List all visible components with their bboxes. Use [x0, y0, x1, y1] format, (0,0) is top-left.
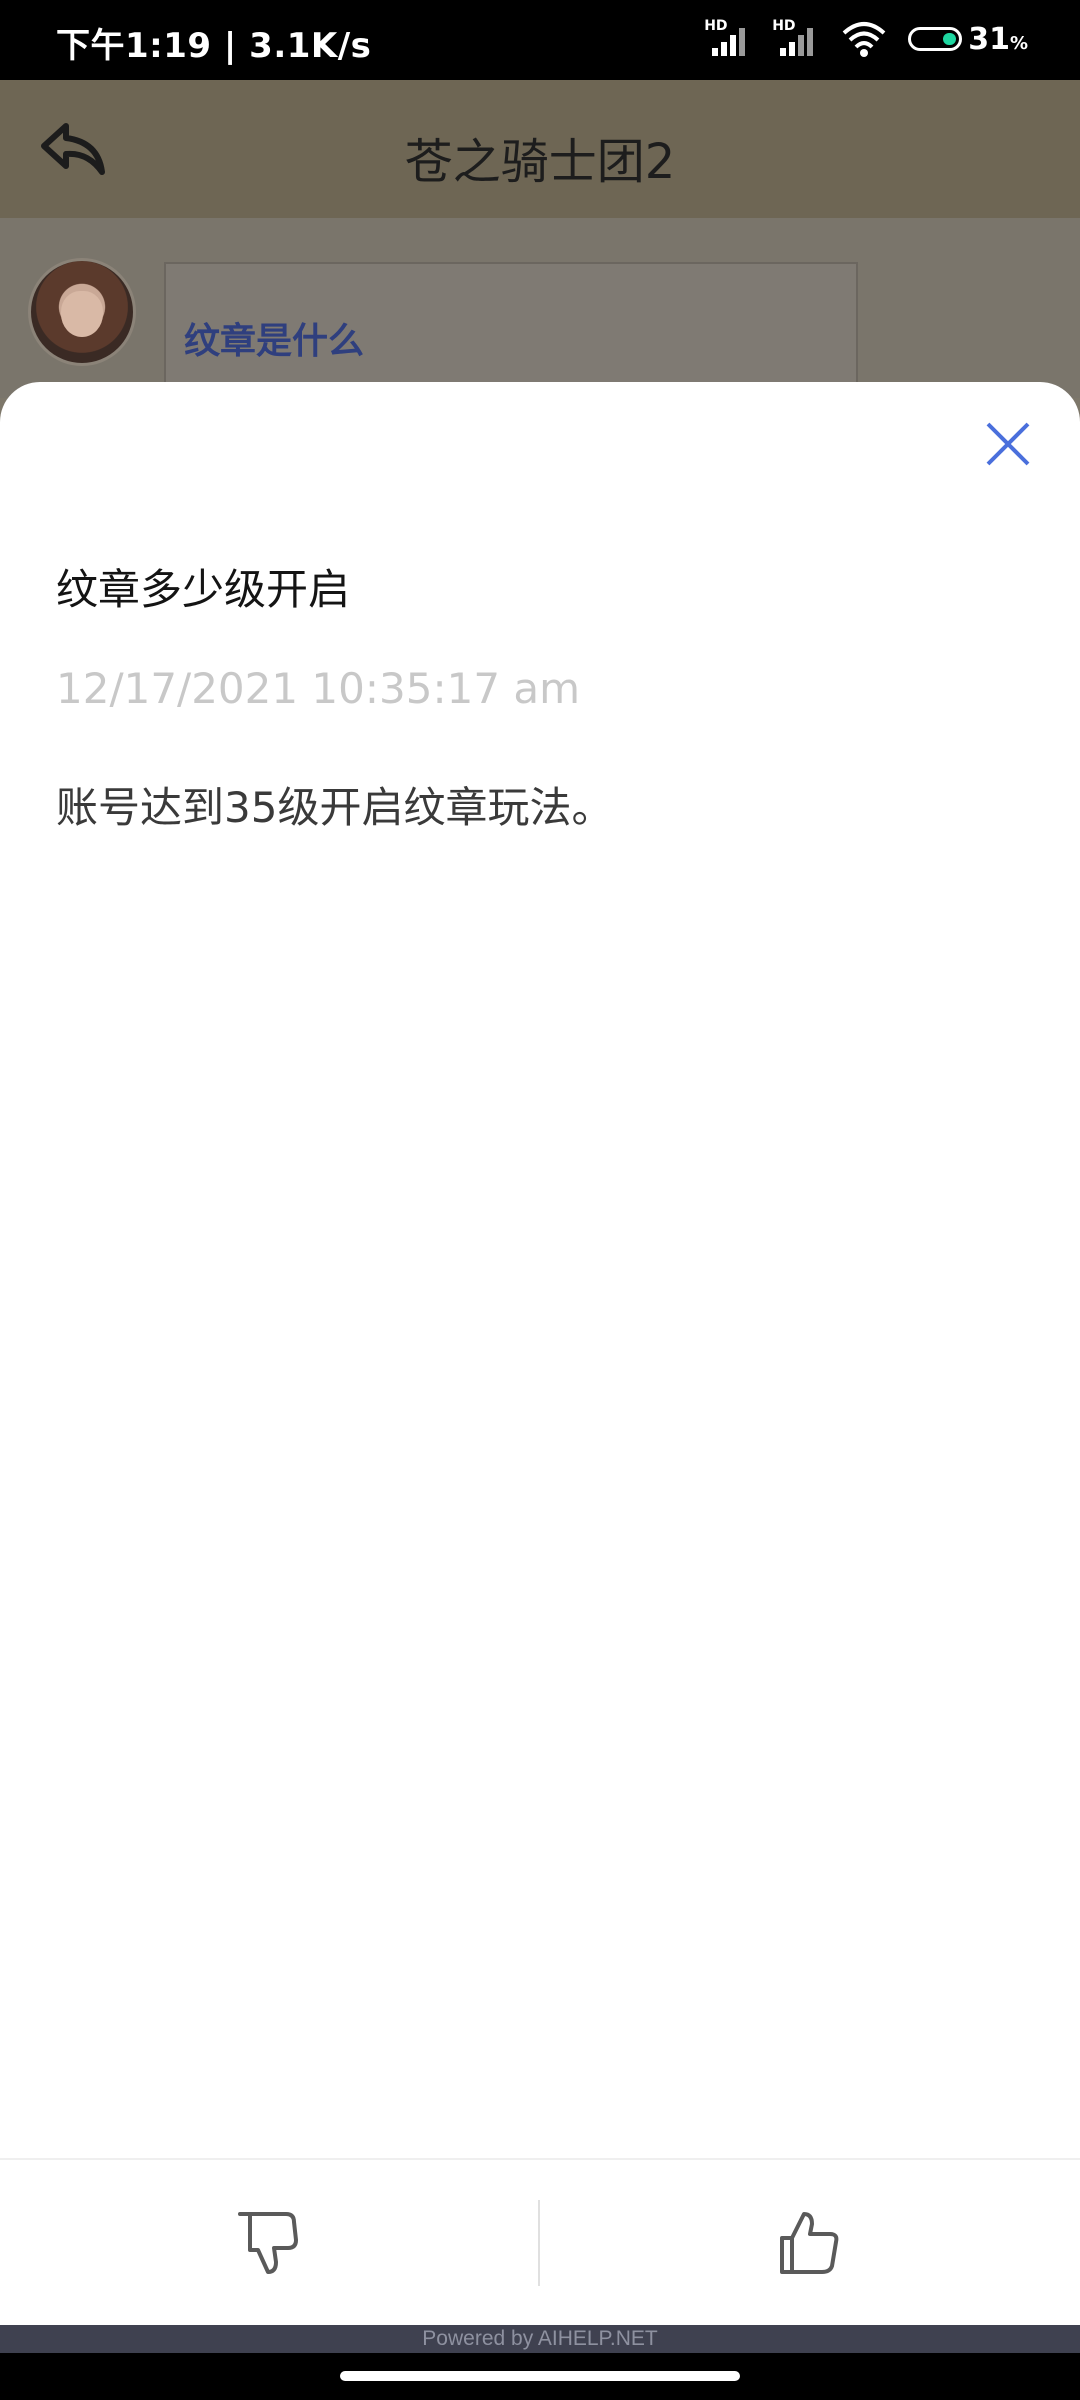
signal-icon: HD: [772, 18, 820, 58]
close-button[interactable]: [982, 418, 1034, 470]
close-x-icon: [986, 422, 1030, 466]
page-title: 苍之骑士团2: [404, 134, 676, 190]
avatar: [28, 258, 136, 366]
avatar-face: [61, 291, 103, 337]
battery-unit: %: [1009, 32, 1028, 54]
feedback-divider: [538, 2200, 540, 2286]
battery-icon: [908, 27, 963, 51]
home-indicator[interactable]: [340, 2371, 740, 2381]
wifi-icon: [842, 22, 886, 57]
dislike-button[interactable]: [236, 2210, 300, 2276]
status-bar: 下午1:19 | 3.1K/s HD HD 31%: [0, 0, 1080, 80]
thumbs-down-icon: [238, 2212, 298, 2274]
screen: 下午1:19 | 3.1K/s HD HD 31% 苍之骑士团2 纹章是什么 纹…: [0, 0, 1080, 2400]
status-time: 下午1:19 | 3.1K/s: [56, 26, 372, 66]
battery-percent: 31: [968, 21, 1010, 57]
faq-answer: 账号达到35级开启纹章玩法。: [56, 783, 614, 832]
like-button[interactable]: [778, 2210, 842, 2276]
status-icons: HD HD 31%: [704, 14, 1028, 64]
faq-date: 12/17/2021 10:35:17 am: [56, 664, 581, 713]
navigation-bar: [0, 2353, 1080, 2400]
chat-message-link[interactable]: 纹章是什么: [184, 312, 364, 364]
faq-bottom-sheet: 纹章多少级开启 12/17/2021 10:35:17 am 账号达到35级开启…: [0, 382, 1080, 2326]
signal-icon: HD: [704, 18, 752, 58]
thumbs-up-icon: [780, 2212, 839, 2274]
faq-title: 纹章多少级开启: [56, 565, 351, 614]
battery-indicator: 31%: [908, 22, 1028, 57]
app-header: 苍之骑士团2: [0, 80, 1080, 220]
chat-area: 纹章是什么: [0, 218, 1080, 422]
feedback-bar: [0, 2158, 1080, 2326]
powered-by-footer: Powered by AIHELP.NET: [0, 2325, 1080, 2353]
battery-level: [943, 33, 957, 45]
